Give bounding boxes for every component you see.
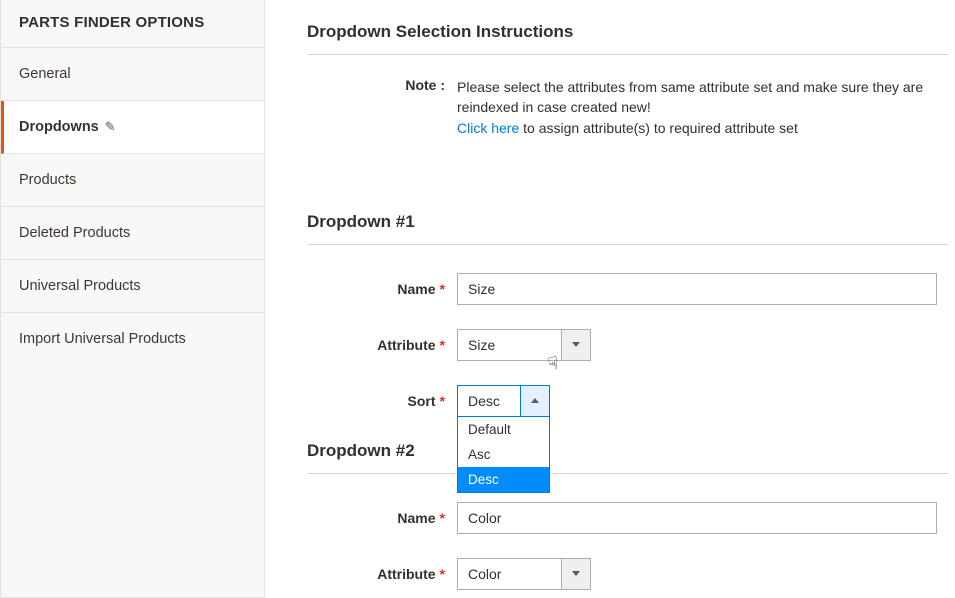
- field-control: [457, 502, 949, 534]
- name-input[interactable]: [457, 502, 937, 534]
- label-text: Name: [397, 510, 435, 526]
- note-row: Note : Please select the attributes from…: [307, 77, 949, 138]
- required-icon: *: [440, 566, 445, 582]
- select-value: Size: [457, 329, 561, 361]
- select-value: Color: [457, 558, 561, 590]
- chevron-up-icon: [531, 398, 539, 403]
- field-control: Color: [457, 558, 949, 590]
- field-label: Sort*: [307, 393, 457, 409]
- section-heading: Dropdown #1: [307, 212, 949, 245]
- tab-dropdowns[interactable]: Dropdowns ✎: [1, 101, 264, 154]
- sort-option-default[interactable]: Default: [458, 417, 549, 442]
- sidebar-tabs: General Dropdowns ✎ Products Deleted Prod…: [1, 48, 264, 365]
- tab-deleted-products[interactable]: Deleted Products: [1, 207, 264, 260]
- tab-general[interactable]: General: [1, 48, 264, 101]
- tab-label: Products: [19, 172, 76, 188]
- sidebar-title: PARTS FINDER OPTIONS: [1, 0, 264, 48]
- label-text: Sort: [408, 393, 436, 409]
- note-text: Please select the attributes from same a…: [457, 77, 949, 118]
- select-value: Desc: [457, 385, 520, 417]
- required-icon: *: [440, 510, 445, 526]
- field-name: Name *: [307, 502, 949, 534]
- field-attribute: Attribute * Color: [307, 558, 949, 590]
- note-link-line: Click here to assign attribute(s) to req…: [457, 118, 949, 138]
- sort-select[interactable]: Desc Default Asc Desc: [457, 385, 550, 417]
- dropdown-1: Dropdown #1 Name* Attribute* Size Sort*: [307, 212, 949, 417]
- attribute-select[interactable]: Size: [457, 329, 591, 361]
- required-icon: *: [440, 281, 445, 297]
- label-text: Name: [397, 281, 435, 297]
- field-label: Name *: [307, 281, 457, 297]
- tab-label: General: [19, 66, 71, 82]
- label-text: Attribute: [377, 337, 435, 353]
- sort-option-asc[interactable]: Asc: [458, 442, 549, 467]
- select-toggle-button[interactable]: [520, 385, 550, 417]
- tab-import-universal-products[interactable]: Import Universal Products: [1, 313, 264, 365]
- required-icon: *: [440, 393, 445, 409]
- select-toggle-button[interactable]: [561, 558, 591, 590]
- tab-products[interactable]: Products: [1, 154, 264, 207]
- field-name: Name *: [307, 273, 949, 305]
- edit-icon: ✎: [105, 119, 116, 134]
- section-instructions: Dropdown Selection Instructions Note : P…: [307, 20, 949, 138]
- note-content: Please select the attributes from same a…: [457, 77, 949, 138]
- name-input[interactable]: [457, 273, 937, 305]
- field-control: Size: [457, 329, 949, 361]
- main-content: Dropdown Selection Instructions Note : P…: [265, 0, 955, 598]
- select-toggle-button[interactable]: [561, 329, 591, 361]
- sort-option-desc[interactable]: Desc: [458, 467, 549, 492]
- tab-label: Dropdowns: [19, 119, 99, 135]
- tab-label: Import Universal Products: [19, 331, 186, 347]
- note-label: Note :: [307, 77, 457, 93]
- sidebar: PARTS FINDER OPTIONS General Dropdowns ✎ …: [0, 0, 265, 598]
- dropdown-2: Dropdown #2 Name* Attribute* Color Sort*: [307, 441, 949, 598]
- sort-options-list: Default Asc Desc: [457, 417, 550, 493]
- note-link-tail: to assign attribute(s) to required attri…: [519, 120, 798, 136]
- label-text: Attribute: [377, 566, 435, 582]
- tab-label: Universal Products: [19, 278, 141, 294]
- section-heading: Dropdown #2: [307, 441, 949, 474]
- assign-attributes-link[interactable]: Click here: [457, 120, 519, 136]
- field-sort: Sort* Desc Default Asc Desc: [307, 385, 949, 417]
- field-label: Name *: [307, 510, 457, 526]
- section-heading: Dropdown Selection Instructions: [307, 20, 949, 55]
- chevron-down-icon: [572, 571, 580, 576]
- field-label: Attribute *: [307, 566, 457, 582]
- tab-label: Deleted Products: [19, 225, 130, 241]
- chevron-down-icon: [572, 342, 580, 347]
- tab-universal-products[interactable]: Universal Products: [1, 260, 264, 313]
- attribute-select[interactable]: Color: [457, 558, 591, 590]
- field-control: Desc Default Asc Desc: [457, 385, 949, 417]
- required-icon: *: [440, 337, 445, 353]
- field-attribute: Attribute * Size: [307, 329, 949, 361]
- field-label: Attribute *: [307, 337, 457, 353]
- field-control: [457, 273, 949, 305]
